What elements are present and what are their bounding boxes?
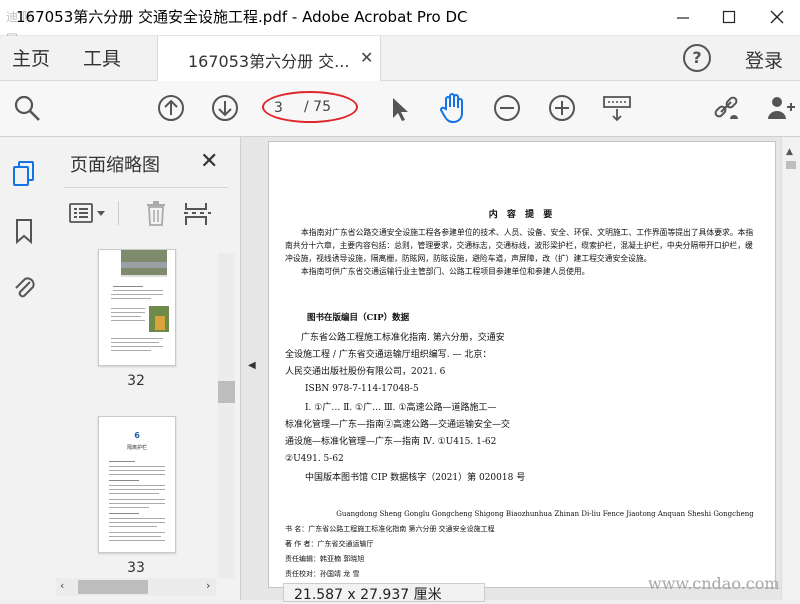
close-icon	[770, 10, 784, 24]
search-zoom-icon[interactable]	[12, 93, 42, 123]
thumbnail-panel: 页面缩略图 ✕ 32 6 隔离护栏 33	[52, 137, 241, 600]
minimize-button[interactable]	[660, 0, 706, 34]
cip-line: Ⅰ. ①广… Ⅱ. ①广… Ⅲ. ①高速公路—道路施工—	[305, 403, 497, 413]
thumbnail-label-33: 33	[127, 560, 145, 576]
bookmark-icon[interactable]	[10, 217, 38, 245]
divider	[64, 187, 228, 188]
login-button[interactable]: 登录	[745, 46, 783, 73]
page-number-box: / 75	[262, 91, 358, 123]
chapter-title: 隔离护栏	[126, 445, 147, 451]
page-size-status: 21.587 x 27.937 厘米	[283, 583, 485, 603]
cip-title: 图书在版编目（CIP）数据	[307, 313, 410, 323]
scrollbar-thumb[interactable]	[218, 381, 235, 403]
delete-icon[interactable]	[142, 199, 170, 227]
zoom-in-icon[interactable]	[547, 93, 577, 123]
meta-line: 著 作 者：广东省交通运输厅	[285, 540, 374, 548]
left-rail	[0, 137, 53, 600]
close-window-button[interactable]	[754, 0, 800, 34]
toolbar-separator	[118, 201, 119, 225]
thumbnail-text-lines	[109, 461, 165, 541]
page-thumbnail-32[interactable]	[98, 249, 176, 366]
window-title: 167053第六分册 交通安全设施工程.pdf - Adobe Acrobat …	[16, 8, 468, 26]
highlight-ring	[262, 91, 358, 123]
meta-line: 书 名：广东省公路工程施工标准化指南 第六分册 交通安全设施工程	[285, 525, 495, 533]
share-link-icon[interactable]	[712, 93, 742, 123]
thumbnail-toolbar	[66, 199, 236, 229]
select-pointer-icon[interactable]	[384, 93, 414, 123]
meta-line: 责任编辑：韩亚楠 郭晓旭	[285, 555, 365, 563]
cip-line: 广东省公路工程施工标准化指南. 第六分册，交通安	[301, 333, 505, 343]
tab-tools[interactable]: 工具	[83, 44, 121, 71]
scroll-left-icon[interactable]: ‹	[60, 579, 64, 592]
maximize-button[interactable]	[706, 0, 752, 34]
attachment-icon[interactable]	[10, 273, 38, 301]
add-user-icon[interactable]	[765, 93, 795, 123]
cip-line: 中国版本图书馆 CIP 数据核字（2021）第 020018 号	[305, 473, 526, 483]
minimize-icon	[677, 17, 689, 19]
hand-tool-icon[interactable]	[436, 91, 470, 125]
maximize-icon	[722, 10, 736, 24]
tab-row: 主页 工具 167053第六分册 交... ✕ ? 登录	[0, 36, 800, 81]
help-icon[interactable]: ?	[683, 44, 711, 72]
next-page-icon[interactable]	[210, 93, 240, 123]
close-panel-icon[interactable]: ✕	[200, 149, 218, 174]
thumbnail-horizontal-scrollbar[interactable]: ‹ ›	[56, 578, 216, 596]
previous-page-icon[interactable]	[156, 93, 186, 123]
cip-line: 标准化管理—广东—指南②高速公路—交通运输安全—交	[285, 420, 511, 430]
site-watermark: www.cndao.com	[648, 574, 780, 593]
page-display-icon[interactable]	[602, 93, 632, 123]
split-page-icon[interactable]	[182, 199, 212, 227]
pdf-page: 内 容 提 要 本指南对广东省公路交通安全设施工程各参建单位的技术、人员、设备、…	[268, 141, 776, 588]
panel-title: 页面缩略图	[70, 155, 160, 176]
page-size: 21.587 x 27.937 厘米	[294, 587, 442, 603]
page-thumbnail-33[interactable]: 6 隔离护栏	[98, 416, 176, 553]
scroll-right-icon[interactable]: ›	[206, 579, 210, 592]
scroll-up-icon[interactable]: ▲	[786, 147, 793, 157]
zoom-out-icon[interactable]	[492, 93, 522, 123]
intro-paragraph-2: 本指南可供广东省交通运输行业主管部门、公路工程项目参建单位和参建人员使用。	[301, 267, 590, 276]
cip-line: ②U491. 5-62	[285, 454, 344, 464]
cip-line: 人民交通出版社股份有限公司，2021. 6	[285, 367, 446, 377]
tab-home[interactable]: 主页	[12, 44, 50, 71]
toolbar: / 75	[0, 81, 800, 137]
collapse-panel-icon[interactable]: ◀	[248, 360, 256, 371]
document-scrollbar-thumb[interactable]	[786, 161, 796, 169]
thumbnail-preview	[111, 250, 169, 351]
page-heading: 内 容 提 要	[488, 210, 556, 220]
document-scrollbar[interactable]: ▲	[781, 137, 800, 600]
thumbnail-options-icon[interactable]	[68, 199, 108, 227]
cip-line: 通设施—标准化管理—广东—指南 Ⅳ. ①U415. 1-62	[285, 437, 497, 447]
chapter-number: 6	[134, 431, 140, 440]
document-tab-label: 167053第六分册 交...	[188, 52, 350, 71]
tab-document[interactable]: 167053第六分册 交... ✕	[157, 36, 381, 81]
thumbnail-scrollbar[interactable]	[218, 253, 235, 578]
thumbnail-label-32: 32	[127, 373, 145, 389]
title-bar: 迪 际 网 167053第六分册 交通安全设施工程.pdf - Adobe Ac…	[0, 0, 800, 46]
cip-line: 全设施工程 / 广东省交通运输厅组织编写. — 北京：	[285, 350, 492, 360]
intro-paragraph: 本指南对广东省公路交通安全设施工程各参建单位的技术、人员、设备、安全、环保、文明…	[285, 228, 754, 263]
page-thumbnails-icon[interactable]	[10, 159, 38, 187]
cip-line: ISBN 978-7-114-17048-5	[305, 384, 419, 394]
horizontal-scrollbar-thumb[interactable]	[78, 580, 148, 594]
pinyin-title: Guangdong Sheng Gonglu Gongcheng Shigong…	[336, 510, 754, 518]
close-tab-icon[interactable]: ✕	[360, 48, 373, 67]
